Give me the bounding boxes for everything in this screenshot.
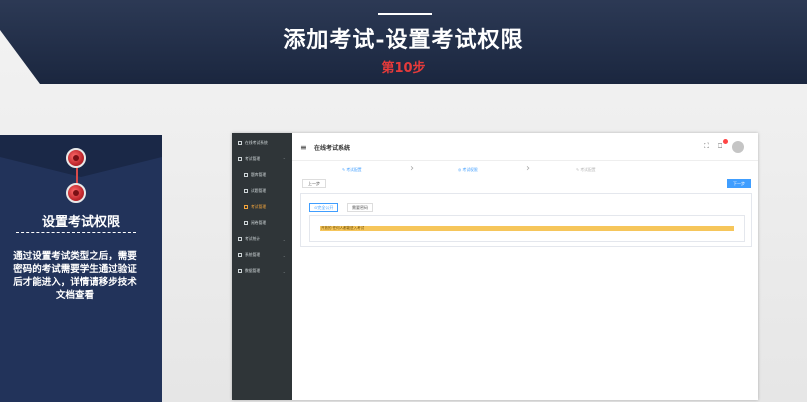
step-indicator: ✎ 考试配置 › ◎ 考试权限 › ✎ 考试配置 [302, 163, 748, 175]
permission-panel: ⊙ 完全公开 需要密码 开放的 任何人都能进入考试 [300, 193, 752, 247]
step-label: 考试配置 [580, 167, 596, 172]
card-divider [16, 232, 136, 233]
book-icon [244, 173, 248, 177]
sidebar-item-label: 题库管理 [251, 172, 267, 177]
database-icon [238, 269, 242, 273]
step-1: ✎ 考试配置 [342, 167, 362, 172]
title-divider [378, 13, 432, 15]
step-3: ✎ 考试配置 [576, 167, 596, 172]
chevron-right-icon: › [526, 163, 530, 174]
sidebar-item-label: 在线考试系统 [245, 140, 268, 145]
sidebar-item-label: 考试统计 [245, 236, 261, 241]
hamburger-menu-icon[interactable]: ≡ [300, 143, 307, 152]
app-title: 在线考试系统 [314, 145, 351, 152]
tab-label: 完全公开 [317, 204, 334, 210]
sidebar-item-question-bank[interactable]: 题库管理 [232, 168, 292, 182]
gear-icon [238, 253, 242, 257]
envelope-button-bottom [66, 183, 86, 203]
bell-icon[interactable]: ⎕ [718, 142, 722, 151]
sidebar-item-exam-manage[interactable]: 考试管理 [232, 200, 292, 214]
calendar-icon [244, 205, 248, 209]
next-step-button[interactable]: 下一步 [727, 179, 751, 188]
folder-icon [238, 157, 242, 161]
app-header: ≡ 在线考试系统 ⛶ ⎕ [292, 133, 758, 161]
step-label: 考试配置 [346, 167, 362, 172]
chart-icon [238, 237, 242, 241]
tab-public[interactable]: ⊙ 完全公开 [309, 203, 339, 212]
app-screenshot: 在线考试系统 考试管理 ⌃ 题库管理 试题管理 考试管理 阅卷管理 考试统计 ⌄ [232, 133, 758, 400]
monitor-icon [238, 141, 242, 145]
document-icon [244, 189, 248, 193]
notice-bar: 开放的 任何人都能进入考试 [320, 226, 734, 231]
edit-icon [244, 221, 248, 225]
step-label: 第10步 [381, 61, 426, 76]
step-label: 考试权限 [462, 167, 478, 172]
sidebar-item-label: 考试管理 [245, 156, 261, 161]
sidebar-item-label: 数据管理 [245, 268, 261, 273]
sidebar-item-label: 系统管理 [245, 252, 261, 257]
sidebar: 在线考试系统 考试管理 ⌃ 题库管理 试题管理 考试管理 阅卷管理 考试统计 ⌄ [232, 133, 292, 400]
sidebar-item-question-manage[interactable]: 试题管理 [232, 184, 292, 198]
sidebar-item-home[interactable]: 在线考试系统 [232, 136, 292, 150]
sidebar-item-data[interactable]: 数据管理 ⌄ [232, 264, 292, 278]
chevron-up-icon: ⌃ [282, 156, 286, 162]
prev-step-button[interactable]: 上一步 [302, 179, 326, 188]
envelope-button-top [66, 148, 86, 168]
card-description: 通过设置考试类型之后，需要密码的考试需要学生通过验证后才能进入，详情请移步技术文… [13, 251, 137, 301]
sidebar-item-system[interactable]: 系统管理 ⌄ [232, 248, 292, 262]
slide-title: 添加考试-设置考试权限 [283, 27, 524, 53]
chevron-down-icon: ⌄ [282, 268, 286, 274]
sidebar-item-exam-group[interactable]: 考试管理 ⌃ [232, 152, 292, 166]
chevron-down-icon: ⌄ [282, 236, 286, 242]
card-title: 设置考试权限 [41, 215, 120, 230]
sidebar-item-statistics[interactable]: 考试统计 ⌄ [232, 232, 292, 246]
chevron-down-icon: ⌄ [282, 252, 286, 258]
tab-password[interactable]: 需要密码 [347, 203, 373, 212]
step-2: ◎ 考试权限 [458, 167, 478, 172]
chevron-right-icon: › [410, 163, 414, 174]
notification-badge [723, 139, 728, 144]
sidebar-item-label: 试题管理 [251, 188, 267, 193]
fullscreen-icon[interactable]: ⛶ [704, 142, 709, 151]
permission-content: 开放的 任何人都能进入考试 [309, 215, 745, 242]
sidebar-item-label: 阅卷管理 [251, 220, 267, 225]
sidebar-item-label: 考试管理 [251, 204, 267, 209]
sidebar-item-grading[interactable]: 阅卷管理 [232, 216, 292, 230]
avatar[interactable] [732, 141, 744, 153]
